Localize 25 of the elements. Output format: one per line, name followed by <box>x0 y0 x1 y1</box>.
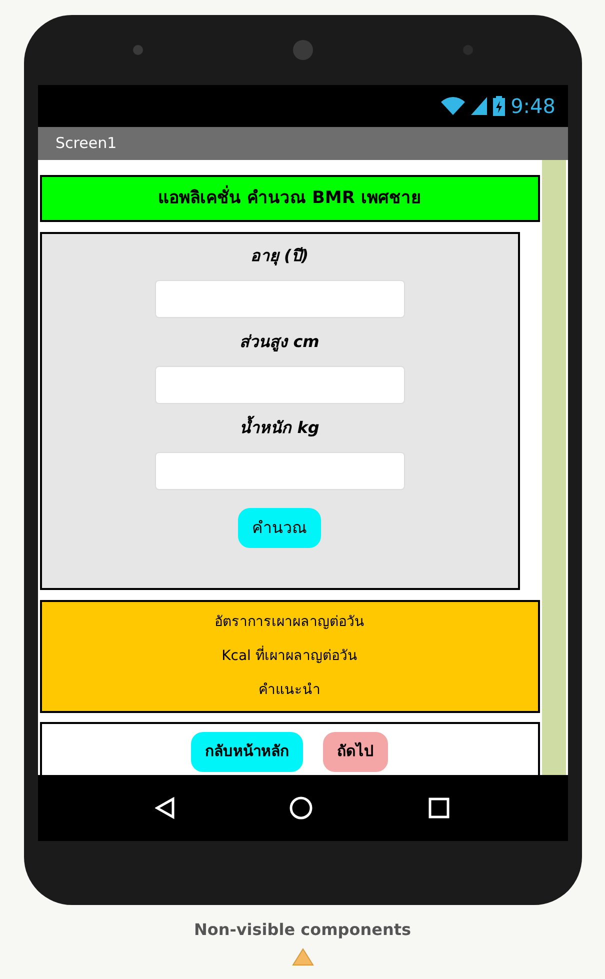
battery-icon <box>492 96 505 116</box>
camera-icon <box>292 40 312 60</box>
field-label: ส่วนสูง cm <box>240 331 320 354</box>
wifi-icon <box>440 97 465 115</box>
field-label: อายุ (ปี) <box>250 245 309 268</box>
sensor-icon <box>132 45 142 55</box>
non-visible-label: Non-visible components <box>194 919 412 941</box>
app-title: แอพลิเคชั่น คำนวณ BMR เพศชาย <box>158 186 421 212</box>
field-label: น้ำหนัก kg <box>240 416 320 442</box>
warning-icon <box>292 948 314 966</box>
status-time: 9:48 <box>510 93 556 120</box>
result-text: อัตราการเผาผลาญต่อวัน <box>214 613 364 632</box>
input-field[interactable] <box>154 452 404 490</box>
back-icon[interactable] <box>154 797 175 819</box>
next-button[interactable]: ถัดไป <box>323 732 388 772</box>
result-text: คำแนะนำ <box>258 680 320 700</box>
signal-icon <box>470 97 487 115</box>
home-button[interactable]: กลับหน้าหลัก <box>191 732 303 772</box>
result-text: Kcal ที่เผาผลาญต่อวัน <box>222 646 358 666</box>
home-icon[interactable] <box>289 796 314 820</box>
recents-icon[interactable] <box>428 797 450 819</box>
input-field[interactable] <box>154 366 404 404</box>
input-field[interactable] <box>154 280 404 318</box>
calculate-button[interactable]: คำนวณ <box>238 508 321 548</box>
screen-title: Screen1 <box>56 133 117 154</box>
